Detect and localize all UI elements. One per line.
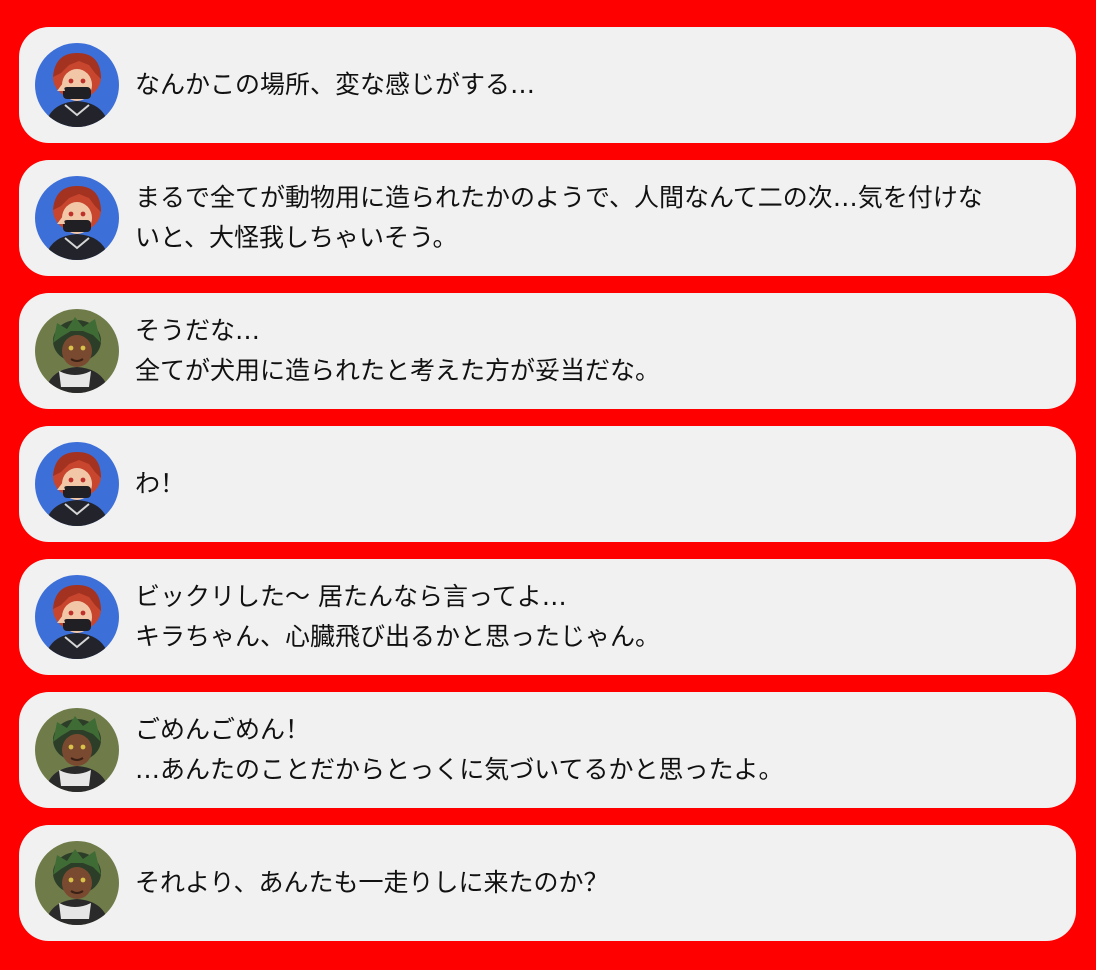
red-haired-character-avatar [35,43,119,127]
chat-message: まるで全てが動物用に造られたかのようで、人間なんて二の次…気を付けな いと、大怪… [19,160,1076,276]
message-line: そうだな… [135,316,261,345]
green-haired-character-avatar-icon [35,841,119,925]
chat-message: ビックリした～ 居たんなら言ってよ… キラちゃん、心臓飛び出るかと思ったじゃん。 [19,559,1076,675]
green-haired-character-avatar-icon [35,708,119,792]
message-text: なんかこの場所、変な感じがする… [135,27,1052,143]
chat-message: それより、あんたも一走りしに来たのか？ [19,825,1076,941]
green-haired-character-avatar [35,309,119,393]
green-haired-character-avatar [35,708,119,792]
chat-message: なんかこの場所、変な感じがする… [19,27,1076,143]
chat-message: そうだな… 全てが犬用に造られたと考えた方が妥当だな。 [19,293,1076,409]
chat-message: わ！ [19,426,1076,542]
message-line: それより、あんたも一走りしに来たのか？ [135,868,609,897]
red-haired-character-avatar-icon [35,575,119,659]
message-line: わ！ [135,469,186,498]
message-line: 全てが犬用に造られたと考えた方が妥当だな。 [135,356,661,385]
green-haired-character-avatar [35,841,119,925]
red-haired-character-avatar [35,176,119,260]
chat-log: なんかこの場所、変な感じがする… まるで全てが動物用に造られたかのようで、人間な… [19,27,1076,958]
chat-message: ごめんごめん！ …あんたのことだからとっくに気づいてるかと思ったよ。 [19,692,1076,808]
message-text: そうだな… 全てが犬用に造られたと考えた方が妥当だな。 [135,293,1052,409]
red-haired-character-avatar-icon [35,442,119,526]
red-haired-character-avatar [35,575,119,659]
message-line: ビックリした～ 居たんなら言ってよ… [135,582,567,611]
message-line: ごめんごめん！ [135,715,311,744]
message-line: …あんたのことだからとっくに気づいてるかと思ったよ。 [135,755,784,784]
message-text: まるで全てが動物用に造られたかのようで、人間なんて二の次…気を付けな いと、大怪… [135,160,1052,276]
message-text: ビックリした～ 居たんなら言ってよ… キラちゃん、心臓飛び出るかと思ったじゃん。 [135,559,1052,675]
message-text: わ！ [135,426,1052,542]
red-haired-character-avatar [35,442,119,526]
message-line: まるで全てが動物用に造られたかのようで、人間なんて二の次…気を付けな [135,183,983,212]
message-line: いと、大怪我しちゃいそう。 [135,223,458,252]
message-text: それより、あんたも一走りしに来たのか？ [135,825,1052,941]
red-haired-character-avatar-icon [35,43,119,127]
message-line: キラちゃん、心臓飛び出るかと思ったじゃん。 [135,622,661,651]
green-haired-character-avatar-icon [35,309,119,393]
message-text: ごめんごめん！ …あんたのことだからとっくに気づいてるかと思ったよ。 [135,692,1052,808]
red-haired-character-avatar-icon [35,176,119,260]
message-line: なんかこの場所、変な感じがする… [135,70,536,99]
